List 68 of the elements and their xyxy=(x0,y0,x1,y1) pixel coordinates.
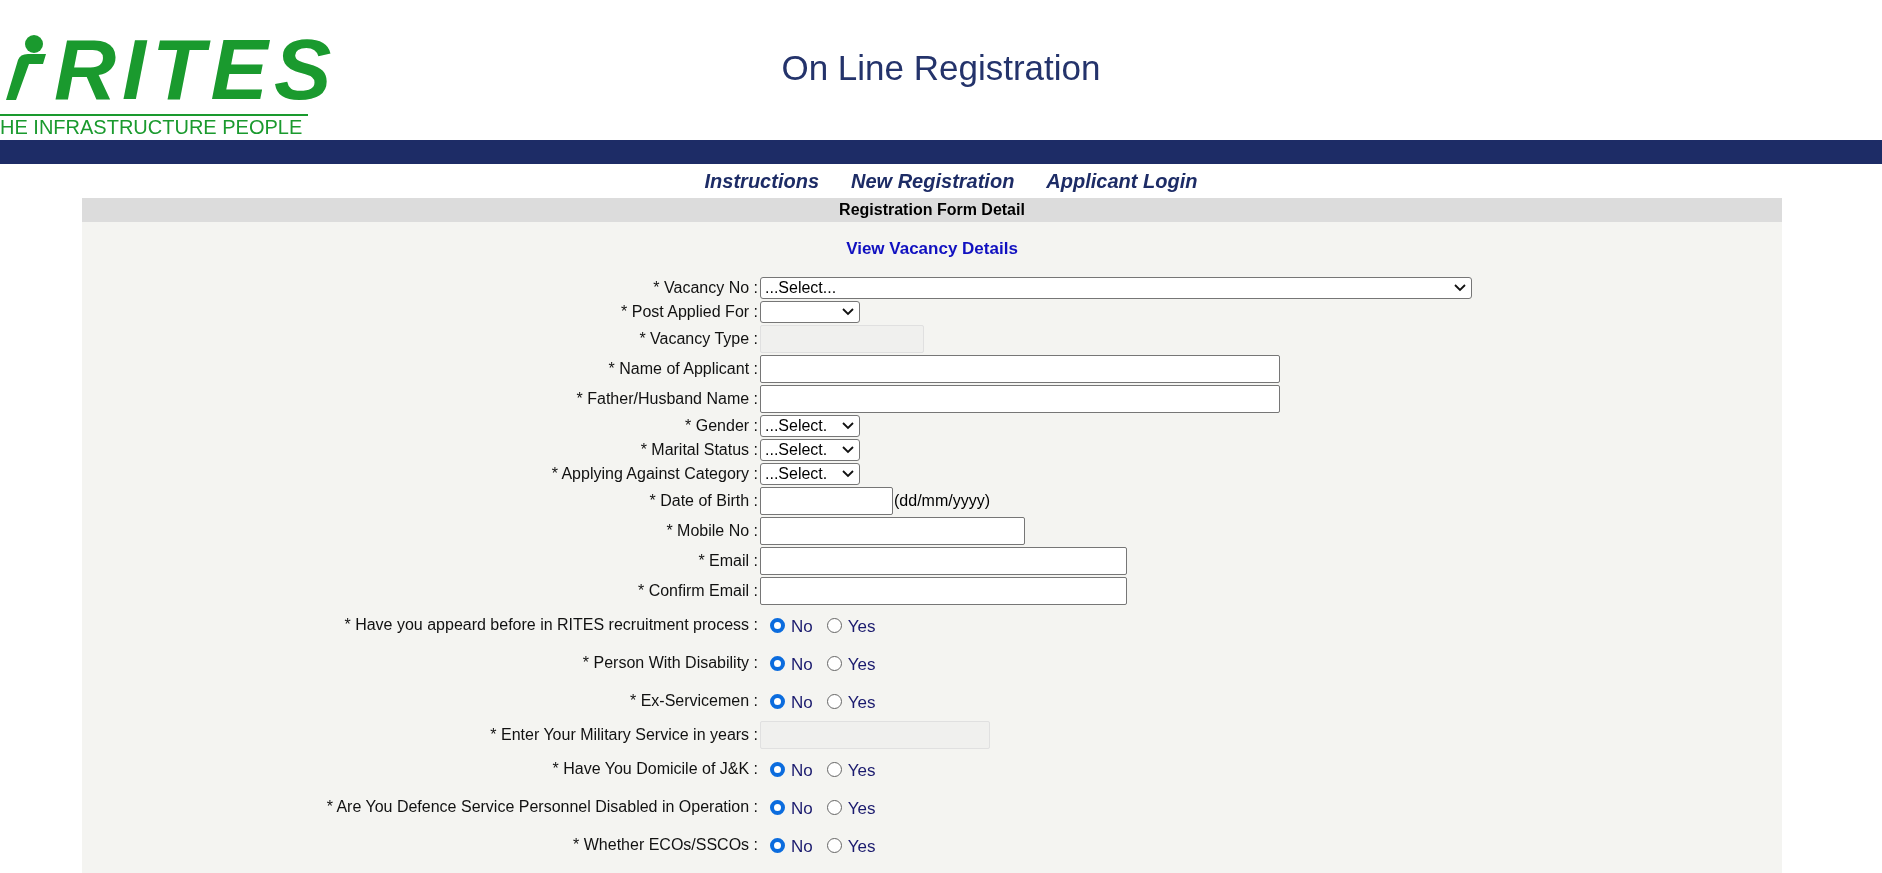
input-field[interactable] xyxy=(760,487,893,515)
field-label: * Gender : xyxy=(685,417,758,434)
input-field[interactable] xyxy=(760,517,1025,545)
dropdown[interactable] xyxy=(760,301,860,323)
field-label: * Mobile No : xyxy=(666,522,758,539)
radio-label[interactable]: Yes xyxy=(847,837,876,857)
dropdown[interactable]: ...Select. xyxy=(760,463,860,485)
radio-button[interactable] xyxy=(826,761,842,777)
radio-button[interactable] xyxy=(770,761,785,777)
radio-label[interactable]: No xyxy=(791,799,813,819)
radio-button[interactable] xyxy=(826,837,842,853)
radio-button[interactable] xyxy=(770,693,785,709)
chevron-icon xyxy=(1454,284,1466,292)
radio-button[interactable] xyxy=(826,693,842,709)
radio-button[interactable] xyxy=(826,799,842,815)
field-label: * Are You Defence Service Personnel Disabled in Operation : xyxy=(326,798,758,815)
nav-link[interactable]: Instructions xyxy=(704,169,819,193)
field-label: * Confirm Email : xyxy=(637,582,758,599)
field-label: * Have you appeard before in RITES recruitment process : xyxy=(344,616,758,633)
dropdown[interactable]: ...Select. xyxy=(760,415,860,437)
field-label: * Vacancy Type : xyxy=(639,330,758,347)
field-label: * Ex-Servicemen : xyxy=(629,692,758,709)
chevron-icon xyxy=(842,422,854,430)
page-title: On Line Registration xyxy=(781,48,1101,88)
field-label: * Name of Applicant : xyxy=(608,360,758,377)
radio-button[interactable] xyxy=(770,655,785,671)
radio-label[interactable]: No xyxy=(791,617,813,637)
logo-tagline: HE INFRASTRUCTURE PEOPLE xyxy=(0,114,309,138)
radio-button[interactable] xyxy=(770,617,785,633)
radio-button[interactable] xyxy=(770,799,785,815)
input-field[interactable] xyxy=(760,577,1127,605)
radio-button[interactable] xyxy=(826,617,842,633)
radio-label[interactable]: No xyxy=(791,693,813,713)
nav-link[interactable]: Applicant Login xyxy=(1046,169,1198,193)
field-label: * Marital Status : xyxy=(640,441,758,458)
input-field[interactable] xyxy=(760,385,1280,413)
logo-text: RITES xyxy=(54,26,338,112)
field-label: * Person With Disability : xyxy=(582,654,758,671)
field-label: * Email : xyxy=(698,552,758,569)
radio-label[interactable]: No xyxy=(791,761,813,781)
dropdown[interactable]: ...Select. xyxy=(760,439,860,461)
vacancy-details-link[interactable]: View Vacancy Details xyxy=(846,239,1018,259)
radio-button[interactable] xyxy=(826,655,842,671)
chevron-icon xyxy=(842,446,854,454)
chevron-icon xyxy=(842,308,854,316)
form-heading: Registration Form Detail xyxy=(82,198,1782,222)
chevron-icon xyxy=(842,470,854,478)
radio-label[interactable]: Yes xyxy=(847,761,876,781)
radio-label[interactable]: No xyxy=(791,655,813,675)
radio-button[interactable] xyxy=(770,837,785,853)
dropdown[interactable]: ...Select... xyxy=(760,277,1472,299)
field-label: * Whether ECOs/SSCOs : xyxy=(573,836,758,853)
input-field[interactable] xyxy=(760,547,1127,575)
field-label: * Date of Birth : xyxy=(649,492,758,509)
radio-label[interactable]: Yes xyxy=(847,799,876,819)
field-label: * Post Applied For : xyxy=(621,303,758,320)
field-label: * Father/Husband Name : xyxy=(576,390,758,407)
field-label: * Have You Domicile of J&K : xyxy=(552,760,758,777)
field-label: * Applying Against Category : xyxy=(551,465,758,482)
radio-label[interactable]: Yes xyxy=(847,693,876,713)
radio-label[interactable]: No xyxy=(791,837,813,857)
field-label: * Enter Your Military Service in years : xyxy=(490,726,758,743)
nav-link[interactable]: New Registration xyxy=(851,169,1015,193)
field-label: * Vacancy No : xyxy=(653,279,758,296)
radio-label[interactable]: Yes xyxy=(847,617,876,637)
date-format-hint: (dd/mm/yyyy) xyxy=(894,492,990,510)
radio-label[interactable]: Yes xyxy=(847,655,876,675)
input-field[interactable] xyxy=(760,355,1280,383)
